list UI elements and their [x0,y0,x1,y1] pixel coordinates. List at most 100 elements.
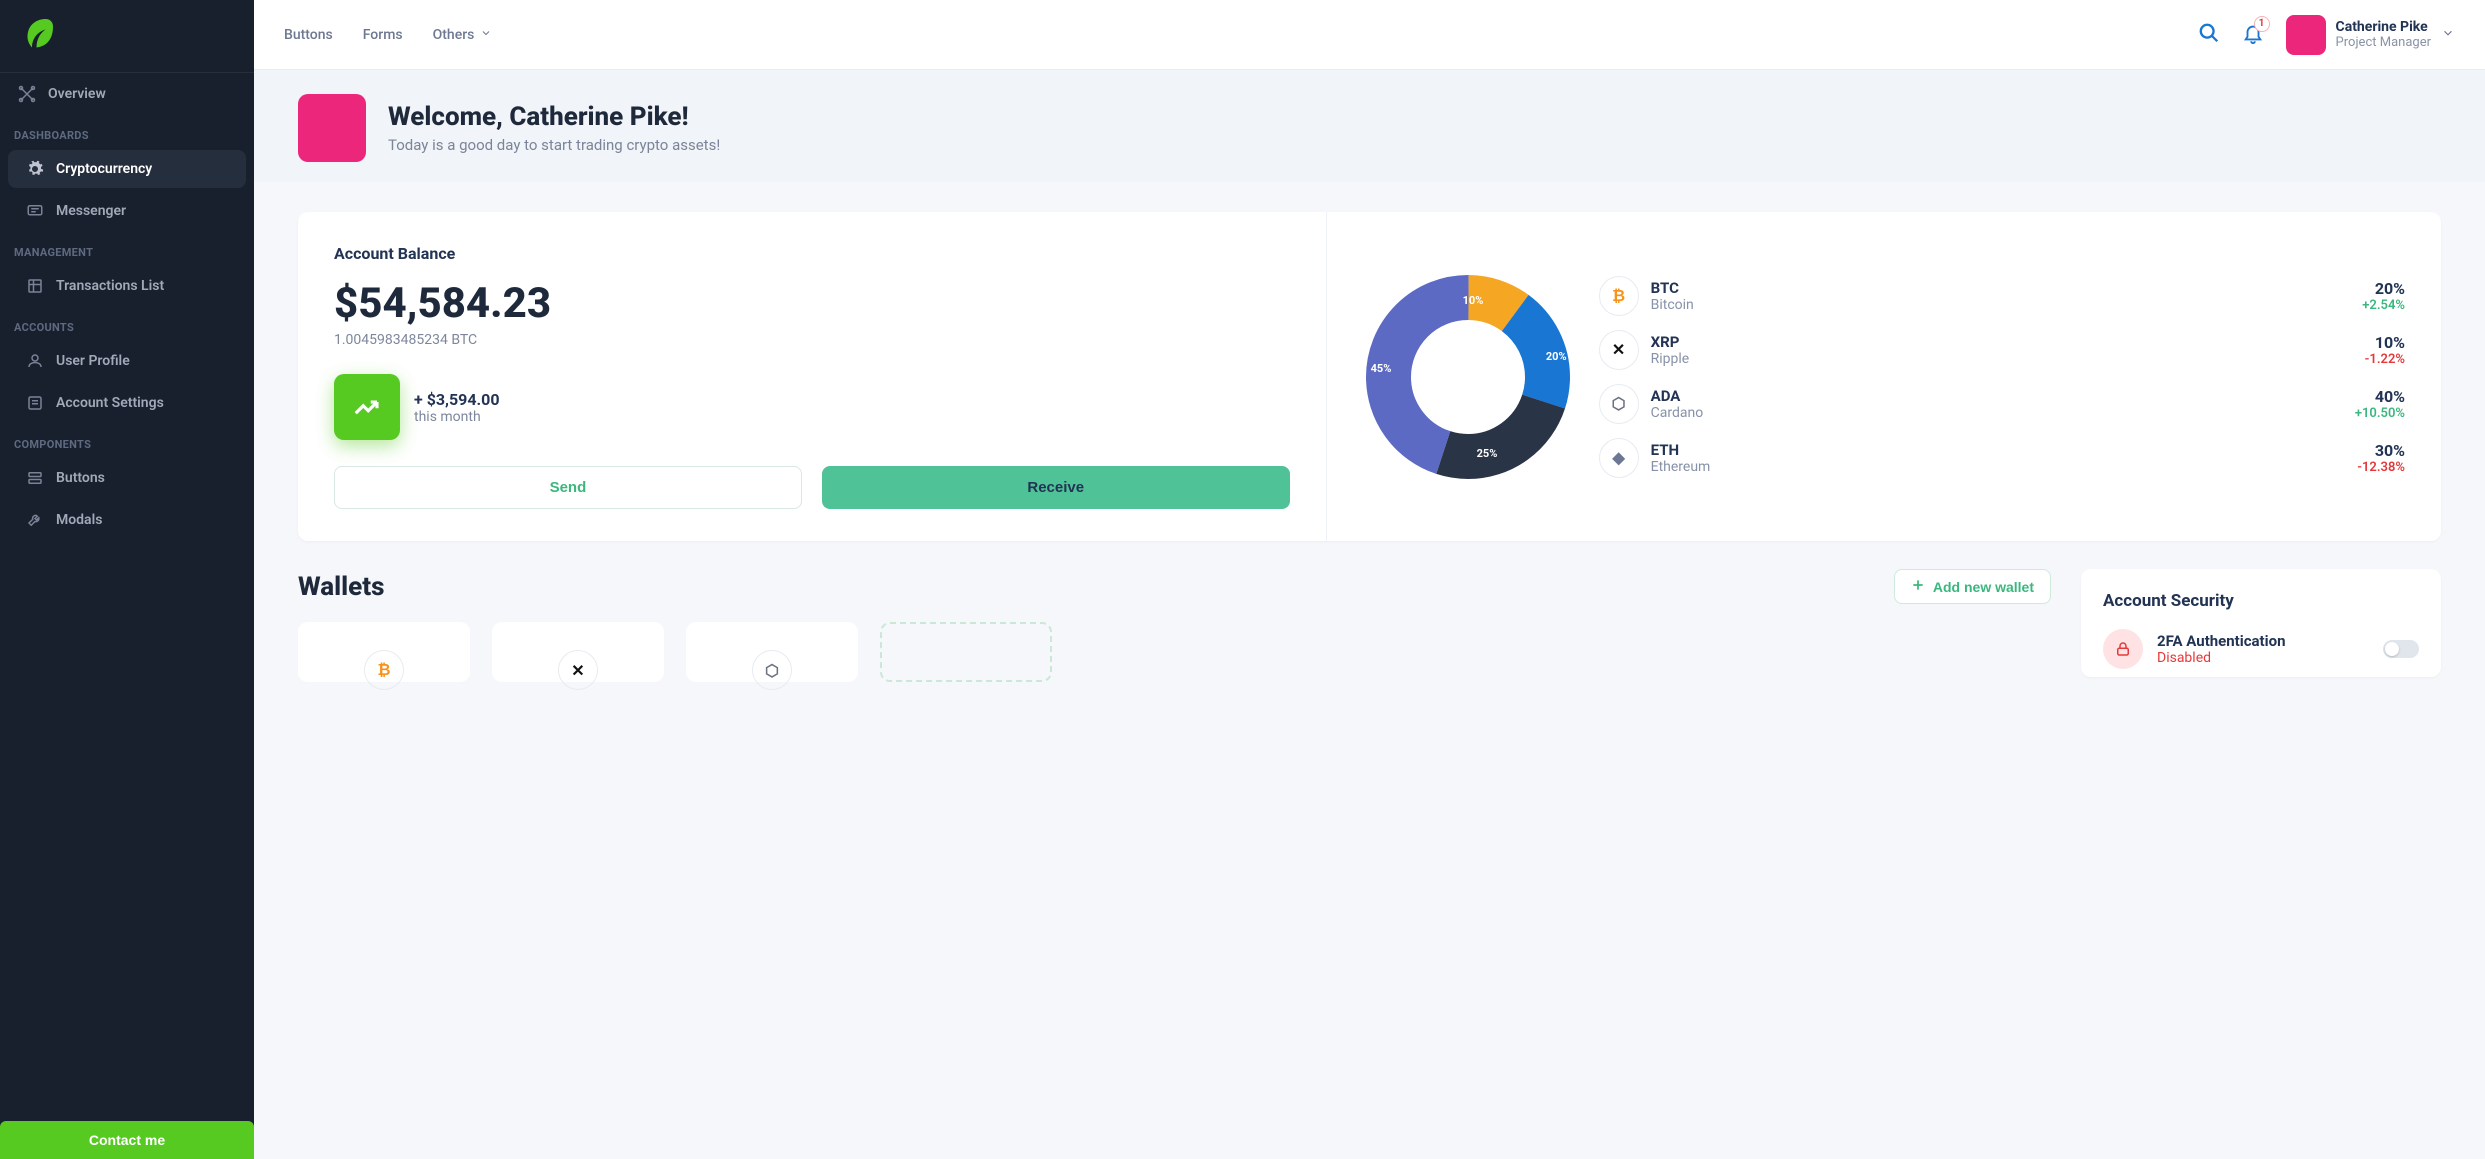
balance-amount: $54,584.23 [334,279,1290,328]
btc-icon: ₿ [364,650,404,690]
balance-title: Account Balance [334,244,1290,263]
donut-label: 20% [1546,350,1567,363]
account-security-card: Account Security 2FA Authentication Disa… [2081,569,2441,677]
grid-icon [26,277,44,295]
wallet-card-add[interactable] [880,622,1052,682]
section-header: DASHBOARDS [0,115,254,148]
avatar [298,94,366,162]
design-icon [18,85,36,103]
top-link-label: Others [433,27,475,43]
ada-icon: ⬡ [1599,384,1639,424]
avatar [2286,15,2326,55]
layout-icon [26,469,44,487]
logo-row [0,0,254,73]
portfolio-row: ◆ ETHEthereum 30%-12.38% [1599,438,2405,478]
contact-me-button[interactable]: Contact me [0,1121,254,1159]
add-wallet-button[interactable]: Add new wallet [1894,569,2051,604]
sidebar-item-modals[interactable]: Modals [8,501,246,539]
trend-label: this month [414,409,500,425]
user-icon [26,352,44,370]
hero: Welcome, Catherine Pike! Today is a good… [254,70,2485,182]
coin-symbol: BTC [1651,279,1694,297]
wallet-card[interactable]: ⬡ [686,622,858,682]
section-header: MANAGEMENT [0,232,254,265]
security-item-status: Disabled [2157,650,2285,666]
topbar: Buttons Forms Others [254,0,2485,70]
plus-icon [1911,578,1925,595]
sidebar-item-account-settings[interactable]: Account Settings [8,384,246,422]
xrp-icon: ✕ [558,650,598,690]
wallet-card[interactable]: ₿ [298,622,470,682]
nav-label: Account Settings [56,395,164,411]
portfolio-donut-chart: 10% 20% 25% 45% [1363,272,1573,482]
donut-label: 45% [1371,362,1392,375]
coin-change: -12.38% [2357,460,2405,475]
sidebar: Overview DASHBOARDS Cryptocurrency Messe… [0,0,254,1159]
search-icon [2198,29,2220,48]
section-header: COMPONENTS [0,424,254,457]
trending-up-icon [334,374,400,440]
wrench-icon [26,511,44,529]
top-link-others[interactable]: Others [433,27,493,43]
nav-label: Cryptocurrency [56,161,152,177]
send-button[interactable]: Send [334,466,802,509]
notifications-button[interactable]: 1 [2242,22,2264,48]
portfolio-row: ⬡ ADACardano 40%+10.50% [1599,384,2405,424]
coin-symbol: ETH [1651,441,1711,459]
nav-label: User Profile [56,353,130,369]
user-role: Project Manager [2336,35,2431,50]
leaf-logo-icon [20,37,56,56]
coin-symbol: ADA [1651,387,1704,405]
wallets-title: Wallets [298,572,384,602]
2fa-toggle[interactable] [2383,640,2419,658]
coin-pct: 30% [2357,441,2405,460]
user-name: Catherine Pike [2336,19,2431,35]
sidebar-item-overview[interactable]: Overview [0,73,254,115]
gear-icon [26,160,44,178]
coin-pct: 10% [2365,333,2405,352]
chat-icon [26,202,44,220]
top-nav: Buttons Forms Others [284,27,492,43]
welcome-subtitle: Today is a good day to start trading cry… [388,136,720,154]
portfolio-list: ₿ BTCBitcoin 20%+2.54% ✕ XRPRipple 10%-1… [1599,276,2405,478]
coin-change: -1.22% [2365,352,2405,367]
nav-label: Modals [56,512,102,528]
top-link-buttons[interactable]: Buttons [284,27,333,43]
coin-change: +10.50% [2355,406,2405,421]
security-title: Account Security [2103,591,2419,611]
overview-label: Overview [48,86,106,102]
welcome-title: Welcome, Catherine Pike! [388,102,720,132]
sidebar-item-messenger[interactable]: Messenger [8,192,246,230]
portfolio-row: ✕ XRPRipple 10%-1.22% [1599,330,2405,370]
coin-change: +2.54% [2362,298,2405,313]
nav-label: Buttons [56,470,105,486]
sidebar-item-user-profile[interactable]: User Profile [8,342,246,380]
user-info: Catherine Pike Project Manager [2336,19,2431,50]
balance-sub: 1.0045983485234 BTC [334,332,1290,348]
search-button[interactable] [2198,22,2220,48]
coin-name: Ethereum [1651,459,1711,475]
trend-amount: + $3,594.00 [414,390,500,409]
coin-name: Ripple [1651,351,1690,367]
btc-icon: ₿ [1599,276,1639,316]
eth-icon: ◆ [1599,438,1639,478]
receive-button[interactable]: Receive [822,466,1290,509]
user-menu[interactable]: Catherine Pike Project Manager [2286,15,2455,55]
notification-badge: 1 [2254,16,2270,32]
coin-symbol: XRP [1651,333,1690,351]
wallet-card[interactable]: ✕ [492,622,664,682]
sidebar-item-transactions[interactable]: Transactions List [8,267,246,305]
account-balance-card: Account Balance $54,584.23 1.00459834852… [298,212,2441,541]
portfolio-row: ₿ BTCBitcoin 20%+2.54% [1599,276,2405,316]
ada-icon: ⬡ [752,650,792,690]
sidebar-item-cryptocurrency[interactable]: Cryptocurrency [8,150,246,188]
coin-pct: 40% [2355,387,2405,406]
security-item-title: 2FA Authentication [2157,632,2285,650]
donut-label: 25% [1477,447,1498,460]
coin-name: Bitcoin [1651,297,1694,313]
top-link-forms[interactable]: Forms [363,27,403,43]
xrp-icon: ✕ [1599,330,1639,370]
sidebar-item-buttons[interactable]: Buttons [8,459,246,497]
form-icon [26,394,44,412]
lock-icon [2103,629,2143,669]
